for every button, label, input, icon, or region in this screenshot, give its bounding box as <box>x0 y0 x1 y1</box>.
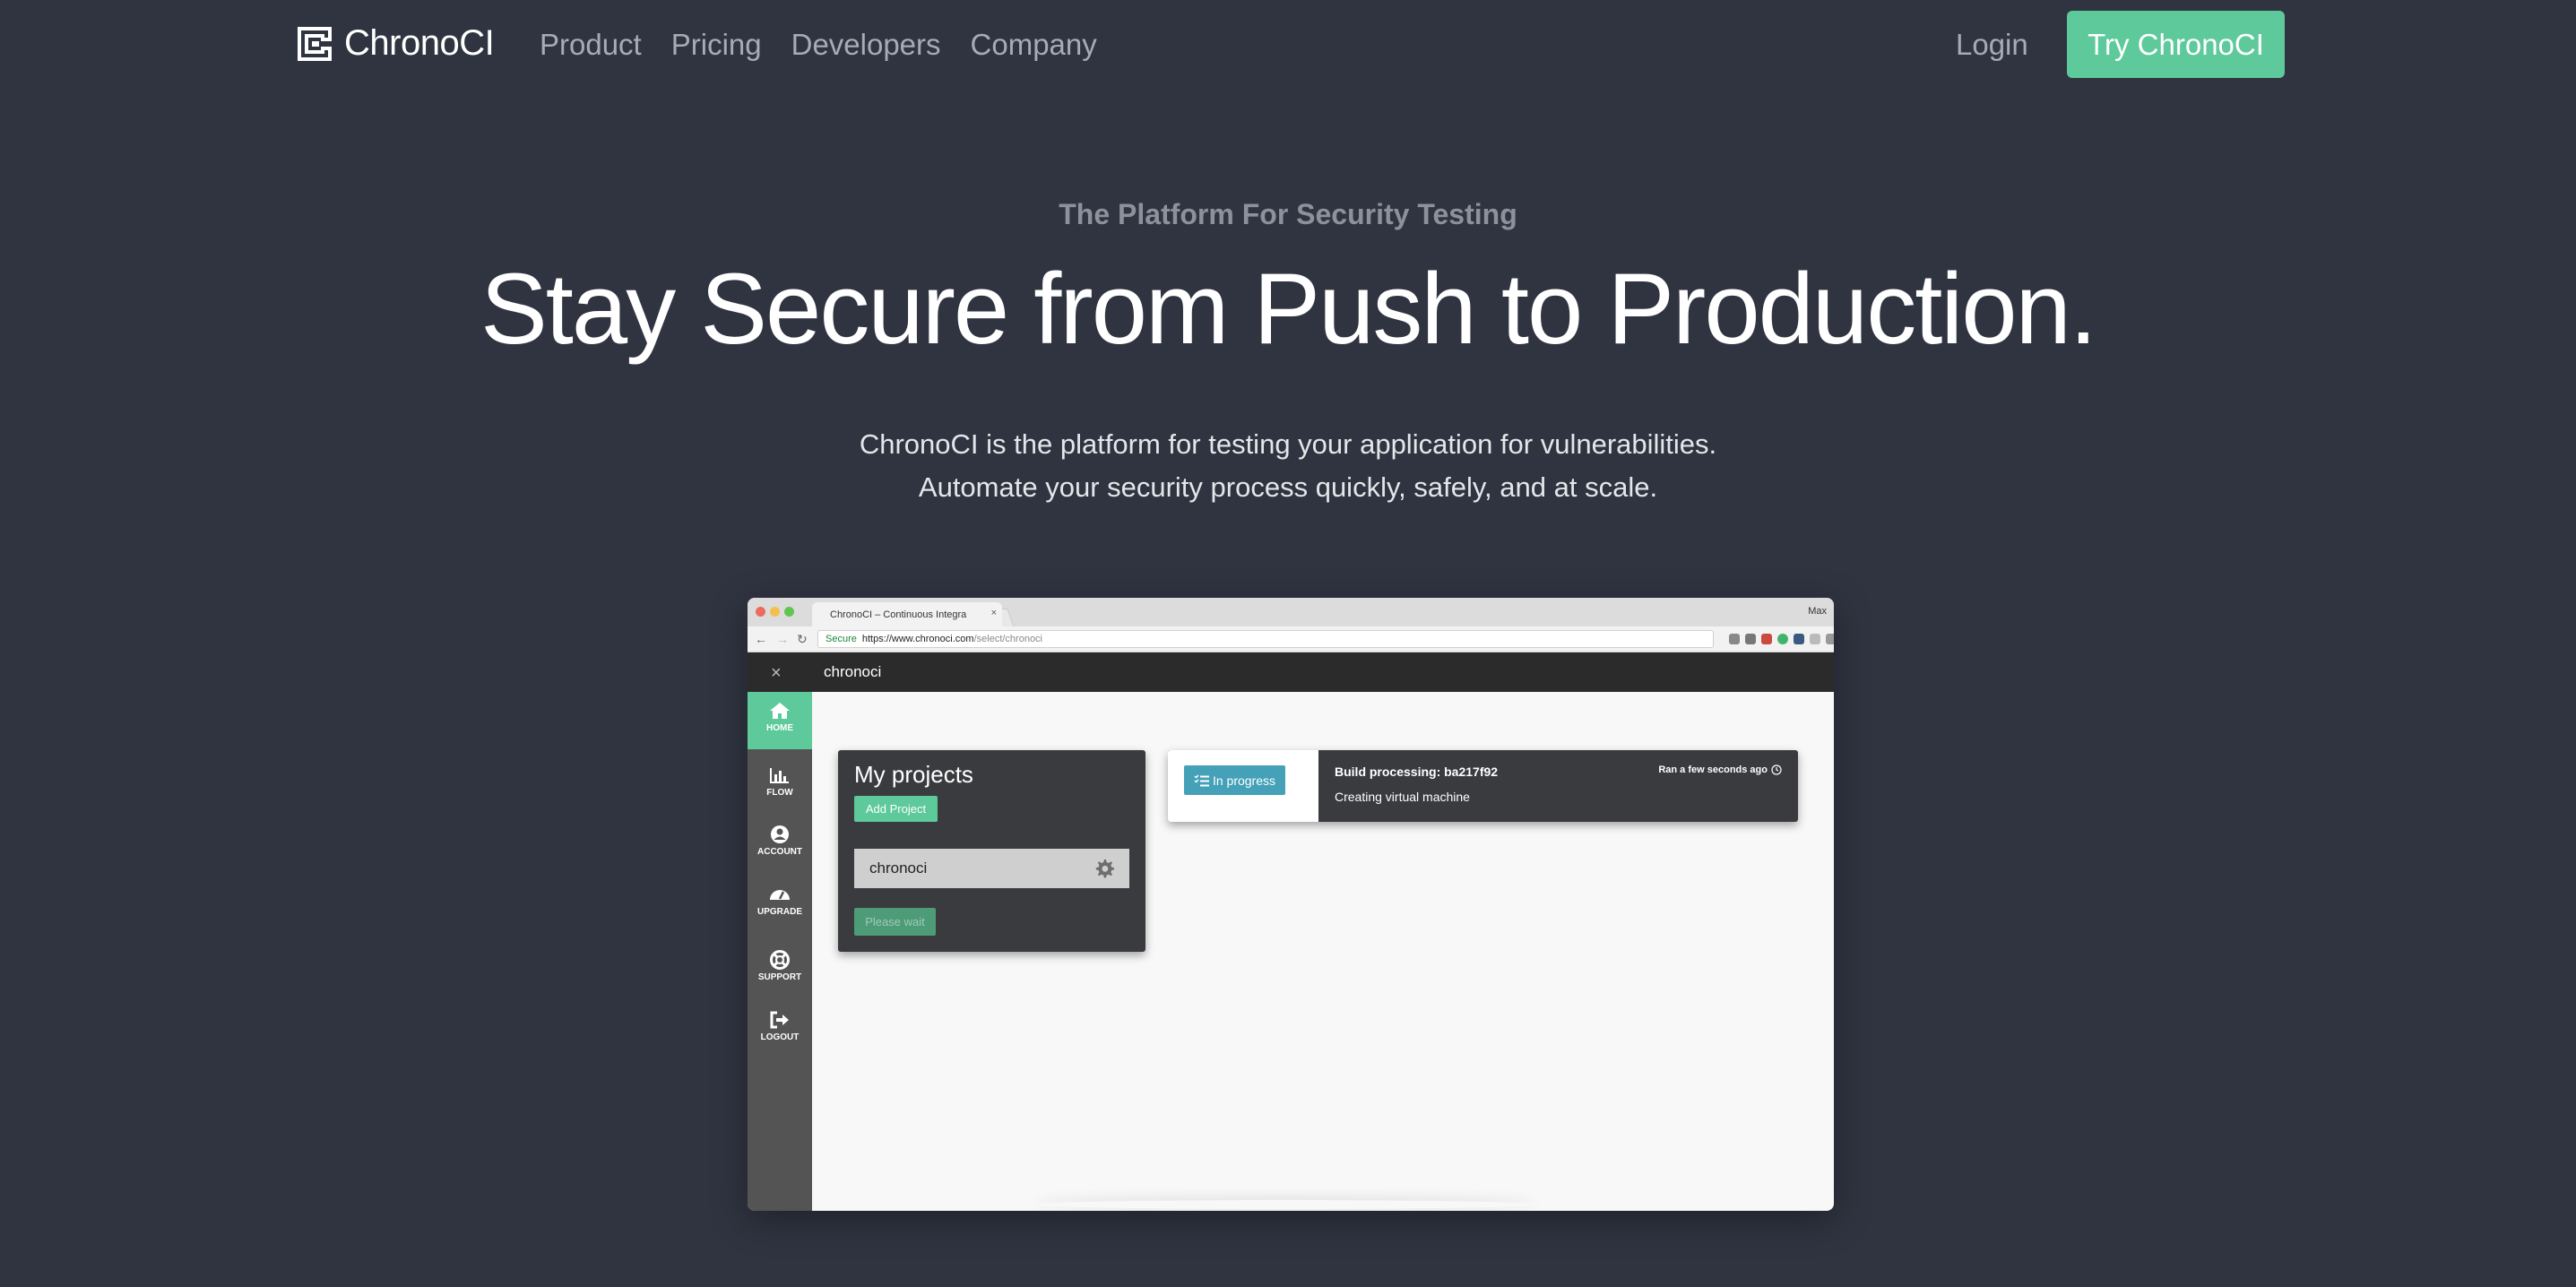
build-subtitle: Creating virtual machine <box>1335 790 1470 804</box>
hero-subtitle-line-2: Automate your security process quickly, … <box>918 471 1658 503</box>
top-navbar: ChronoCI Product Pricing Developers Comp… <box>0 0 2576 90</box>
url-secure-label: Secure <box>826 634 857 644</box>
chronoci-logo-icon <box>298 26 332 61</box>
window-maximize-dot <box>784 607 794 617</box>
hero-subtitle-line-1: ChronoCI is the platform for testing you… <box>859 428 1717 460</box>
hero-eyebrow: The Platform For Security Testing <box>1059 198 1517 230</box>
extension-icon <box>1761 634 1772 644</box>
login-link[interactable]: Login <box>1956 28 2028 62</box>
extension-icon <box>1794 634 1804 644</box>
app-project-title: chronoci <box>824 663 882 680</box>
tab-close-icon: × <box>990 608 997 618</box>
reload-icon: ↻ <box>797 632 808 646</box>
build-status-panel: In progress <box>1168 750 1318 822</box>
clock-icon <box>1771 764 1782 775</box>
browser-profile-name: Max <box>1808 606 1827 617</box>
url-path: /select/chronoci <box>973 634 1043 644</box>
user-icon <box>771 825 789 843</box>
in-progress-button: In progress <box>1184 765 1285 795</box>
browser-tab-title: ChronoCI – Continuous Integra <box>830 609 967 620</box>
sidebar-label-upgrade: UPGRADE <box>756 907 802 917</box>
brand-name: ChronoCI <box>344 23 495 63</box>
please-wait-button: Please wait <box>854 908 936 936</box>
nav-link-developers[interactable]: Developers <box>791 28 941 62</box>
window-minimize-dot <box>770 607 780 617</box>
back-arrow-icon: ← <box>755 632 767 646</box>
add-project-button: Add Project <box>854 796 938 822</box>
logout-icon <box>770 1011 789 1029</box>
window-close-dot <box>756 607 765 617</box>
browser-address-bar: ← → ↻ Secure https://www.chronoci.com /s… <box>748 626 1834 652</box>
sidebar-item-home: HOME <box>748 692 812 749</box>
app-header: × chronoci <box>748 652 1834 692</box>
projects-card: My projects Add Project chronoci Please … <box>838 750 1145 952</box>
nav-link-product[interactable]: Product <box>540 28 642 62</box>
brand-logo[interactable]: ChronoCI <box>296 23 495 64</box>
sidebar-item-logout: LOGOUT <box>748 1001 812 1058</box>
extension-icon <box>1745 634 1756 644</box>
build-title: Build processing: ba217f92 <box>1335 764 1499 779</box>
project-row: chronoci <box>854 849 1129 888</box>
nav-links: Product Pricing Developers Company <box>540 28 1097 62</box>
hero-headline: Stay Secure from Push to Production. <box>480 253 2097 365</box>
task-list-icon <box>1194 773 1209 786</box>
gauge-icon <box>770 890 790 900</box>
build-time-label: Ran a few seconds ago <box>1658 764 1768 775</box>
sidebar-label-flow: FLOW <box>766 788 793 798</box>
project-name: chronoci <box>869 859 928 877</box>
extension-icon <box>1729 634 1740 644</box>
browser-tab-bar: ChronoCI – Continuous Integra × Max <box>748 598 1834 627</box>
decorative-shadow <box>1034 1200 1536 1209</box>
sidebar-item-flow: FLOW <box>748 756 812 814</box>
sidebar-item-account: ACCOUNT <box>748 816 812 873</box>
projects-title: My projects <box>854 761 973 788</box>
try-chronoci-button[interactable]: Try ChronoCI <box>2067 11 2285 78</box>
extension-icons <box>1729 634 1834 644</box>
extension-icon <box>1826 634 1834 644</box>
forward-arrow-icon: → <box>776 632 789 646</box>
sidebar-label-account: ACCOUNT <box>757 847 802 857</box>
sidebar-item-upgrade: UPGRADE <box>748 876 812 933</box>
close-icon: × <box>771 663 782 683</box>
app-sidebar: HOME FLOW ACCOUNT UPGRADE SUPPORT LOGOUT <box>748 692 812 1211</box>
nav-link-company[interactable]: Company <box>971 28 1097 62</box>
sidebar-label-home: HOME <box>766 723 793 733</box>
url-field: Secure https://www.chronoci.com /select/… <box>817 630 1714 648</box>
product-screenshot-mockup: ChronoCI – Continuous Integra × Max ← → … <box>748 598 1834 1211</box>
nav-link-pricing[interactable]: Pricing <box>671 28 762 62</box>
build-status-card: In progress Build processing: ba217f92 C… <box>1168 750 1798 822</box>
url-host: https://www.chronoci.com <box>861 634 974 644</box>
home-icon <box>770 703 790 719</box>
extension-icon <box>1777 634 1788 644</box>
bar-chart-icon <box>770 768 789 783</box>
lifebuoy-icon <box>770 950 790 970</box>
build-timestamp: Ran a few seconds ago <box>1658 764 1782 775</box>
sidebar-label-support: SUPPORT <box>757 972 802 982</box>
sidebar-item-support: SUPPORT <box>748 941 812 998</box>
in-progress-label: In progress <box>1212 773 1276 788</box>
browser-tab: ChronoCI – Continuous Integra × <box>812 602 1002 626</box>
gear-icon <box>1095 859 1114 878</box>
extension-icon <box>1810 634 1820 644</box>
sidebar-label-logout: LOGOUT <box>760 1032 800 1042</box>
